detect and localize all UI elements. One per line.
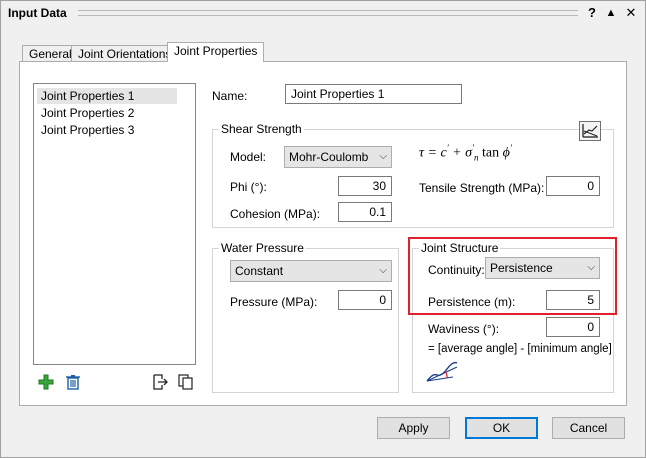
highlight-box [408, 237, 617, 315]
joint-properties-list[interactable]: Joint Properties 1 Joint Properties 2 Jo… [33, 83, 196, 365]
title-grip [78, 10, 578, 16]
copy-icon[interactable] [177, 373, 195, 391]
water-pressure-select[interactable]: Constant ⌵ [230, 260, 392, 282]
waviness-diagram-icon [425, 359, 461, 385]
add-icon[interactable] [37, 373, 55, 391]
shear-strength-title: Shear Strength [219, 122, 304, 136]
name-label: Name: [212, 89, 248, 103]
mohr-coulomb-formula: τ = c′ + σ′n tan ϕ′ [419, 143, 512, 163]
cohesion-input[interactable]: 0.1 [338, 202, 392, 222]
pressure-label: Pressure (MPa): [230, 295, 318, 309]
cancel-button[interactable]: Cancel [552, 417, 625, 439]
model-value: Mohr-Coulomb [289, 150, 369, 164]
ok-button[interactable]: OK [465, 417, 538, 439]
import-icon[interactable] [151, 373, 169, 391]
chevron-down-icon: ⌵ [379, 151, 387, 162]
cohesion-label: Cohesion (MPa): [230, 207, 321, 221]
collapse-button[interactable]: ▲ [602, 4, 620, 22]
model-label: Model: [230, 150, 267, 164]
water-pressure-title: Water Pressure [219, 241, 306, 255]
close-button[interactable]: ✕ [622, 4, 640, 22]
water-pressure-value: Constant [235, 264, 284, 278]
waviness-input[interactable]: 0 [546, 317, 600, 337]
name-input[interactable]: Joint Properties 1 [285, 84, 462, 104]
chevron-down-icon: ⌵ [379, 265, 387, 276]
waviness-note: = [average angle] - [minimum angle] [428, 343, 612, 355]
phi-label: Phi (°): [230, 180, 267, 194]
apply-button[interactable]: Apply [377, 417, 450, 439]
tab-joint-properties[interactable]: Joint Properties [167, 42, 265, 62]
window-title: Input Data [8, 6, 67, 20]
input-data-dialog: Input Data ? ▲ ✕ General Joint Orientati… [0, 0, 646, 458]
phi-input[interactable]: 30 [338, 176, 392, 196]
list-item[interactable]: Joint Properties 1 [37, 88, 177, 104]
tensile-strength-input[interactable]: 0 [546, 176, 600, 196]
chart-icon[interactable] [579, 121, 601, 141]
list-item[interactable]: Joint Properties 3 [37, 122, 177, 138]
waviness-label: Waviness (°): [428, 322, 500, 336]
tensile-strength-label: Tensile Strength (MPa): [419, 181, 545, 195]
model-select[interactable]: Mohr-Coulomb ⌵ [284, 146, 392, 168]
list-item[interactable]: Joint Properties 2 [37, 105, 177, 121]
pressure-input[interactable]: 0 [338, 290, 392, 310]
title-bar[interactable]: Input Data ? ▲ ✕ [1, 1, 645, 27]
help-button[interactable]: ? [583, 4, 601, 22]
delete-icon[interactable] [64, 373, 82, 391]
